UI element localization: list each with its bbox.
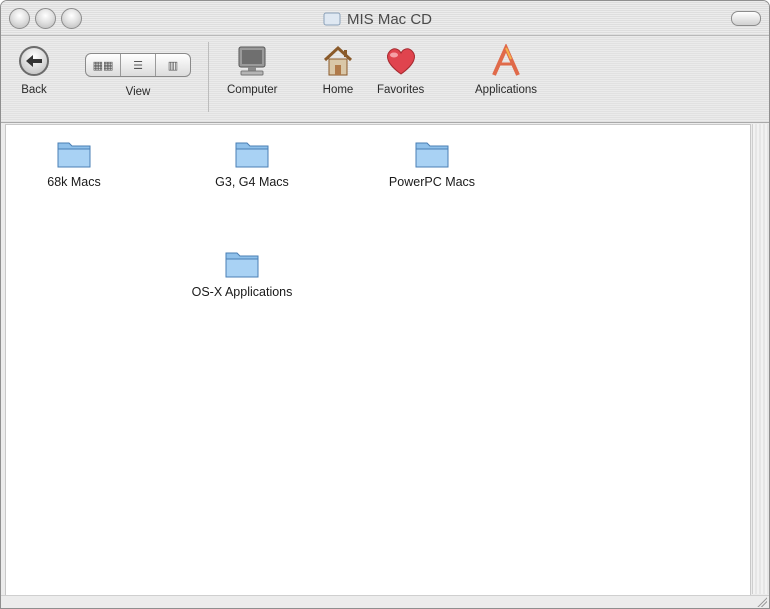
view-label: View <box>125 86 151 98</box>
back-label: Back <box>21 84 47 96</box>
folder-content-area[interactable]: 68k Macs G3, G4 Macs PowerPC Macs OS-X A… <box>5 124 751 596</box>
view-control: ▦▦ ☰ ▥ View <box>85 44 191 98</box>
window-title: MIS Mac CD <box>347 10 433 28</box>
favorites-button[interactable]: Favorites <box>377 44 424 96</box>
close-button[interactable] <box>9 8 30 29</box>
minimize-button[interactable] <box>35 8 56 29</box>
favorites-label: Favorites <box>377 84 425 96</box>
home-label: Home <box>322 84 354 96</box>
applications-label: Applications <box>475 84 538 96</box>
back-arrow-icon <box>19 46 49 76</box>
folder-icon <box>415 142 449 168</box>
window-title-group: MIS Mac CD <box>323 9 432 29</box>
home-icon <box>323 45 353 76</box>
zoom-button[interactable] <box>61 8 82 29</box>
cd-icon <box>323 12 341 26</box>
computer-label: Computer <box>227 84 278 96</box>
folder-powerpc-macs[interactable]: PowerPC Macs <box>362 137 502 189</box>
list-view-button[interactable]: ☰ <box>121 54 156 76</box>
home-button[interactable]: Home <box>321 44 355 96</box>
computer-button[interactable]: Computer <box>227 44 278 96</box>
back-button[interactable]: Back <box>17 44 51 96</box>
folder-g3-g4-macs[interactable]: G3, G4 Macs <box>182 137 322 189</box>
computer-icon <box>238 46 266 76</box>
view-segmented-control[interactable]: ▦▦ ☰ ▥ <box>85 53 191 77</box>
horizontal-scrollbar[interactable] <box>1 595 769 608</box>
toolbar: Back ▦▦ ☰ ▥ View Computer Home Favorites… <box>1 36 769 123</box>
toolbar-separator <box>208 42 209 112</box>
toolbar-toggle-button[interactable] <box>731 11 761 26</box>
folder-icon <box>235 142 269 168</box>
finder-window: MIS Mac CD Back ▦▦ ☰ ▥ View Computer Hom… <box>0 0 770 609</box>
column-view-button[interactable]: ▥ <box>156 54 190 76</box>
resize-grip-icon[interactable] <box>756 596 767 607</box>
icon-view-button[interactable]: ▦▦ <box>86 54 121 76</box>
folder-label: PowerPC Macs <box>388 175 476 189</box>
folder-68k-macs[interactable]: 68k Macs <box>4 137 144 189</box>
heart-icon <box>386 48 415 75</box>
vertical-scrollbar[interactable] <box>752 124 769 594</box>
folder-icon <box>225 252 259 278</box>
folder-label: G3, G4 Macs <box>215 175 289 189</box>
applications-button[interactable]: Applications <box>475 44 537 96</box>
applications-icon <box>492 44 520 76</box>
folder-icon <box>57 142 91 168</box>
folder-label: OS-X Applications <box>191 285 293 299</box>
folder-os-x-applications[interactable]: OS-X Applications <box>172 247 312 299</box>
folder-label: 68k Macs <box>47 175 101 189</box>
title-bar[interactable]: MIS Mac CD <box>1 1 769 36</box>
